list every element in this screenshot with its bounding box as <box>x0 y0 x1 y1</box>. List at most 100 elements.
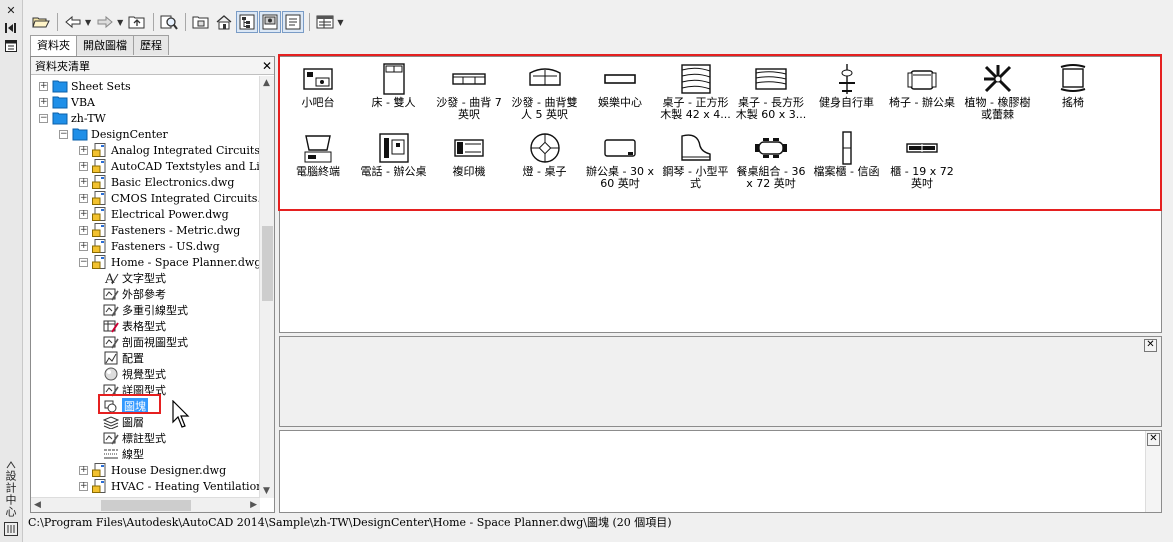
tree-node[interactable]: + HVAC - Heating Ventilation Ai <box>79 478 260 494</box>
tree-node[interactable]: − zh-TW <box>39 110 106 126</box>
block-item[interactable]: 桌子 - 正方形木製 42 x 4... <box>658 61 734 131</box>
tab-open-drawings[interactable]: 開啟圖檔 <box>76 35 134 55</box>
block-item[interactable]: 沙發 - 曲背雙人 5 英呎 <box>507 61 583 131</box>
properties-icon[interactable] <box>3 40 19 54</box>
tree-node[interactable]: − Home - Space Planner.dwg <box>79 254 260 270</box>
close-preview-icon[interactable]: ✕ <box>1144 339 1157 352</box>
close-description-icon[interactable]: ✕ <box>1147 433 1160 446</box>
folder-list-header: 資料夾清單 ✕ <box>31 57 274 75</box>
expand-icon[interactable]: + <box>79 161 88 171</box>
tree-node[interactable]: + Fasteners - US.dwg <box>79 238 220 254</box>
home-icon[interactable] <box>213 11 235 33</box>
expand-icon[interactable]: + <box>39 97 48 107</box>
collapse-icon[interactable]: − <box>79 257 88 267</box>
block-item[interactable]: 娛樂中心 <box>582 61 658 131</box>
close-tree-icon[interactable]: ✕ <box>260 59 274 73</box>
tree-node[interactable]: 詳圖型式 <box>99 382 166 398</box>
tree-node[interactable]: + Electrical Power.dwg <box>79 206 229 222</box>
scroll-up-icon[interactable]: ▲ <box>263 78 270 88</box>
tree-node[interactable]: 標註型式 <box>99 430 166 446</box>
scroll-down-icon[interactable]: ▼ <box>263 486 270 496</box>
tree-horizontal-scroll-thumb[interactable] <box>101 500 191 511</box>
tree-node-label: zh-TW <box>71 111 106 125</box>
tree-node[interactable]: + Analog Integrated Circuits.dwg <box>79 142 260 158</box>
block-item[interactable]: 植物 - 橡膠樹或蕾棘 <box>960 61 1036 131</box>
block-item[interactable]: 櫃 - 19 x 72 英吋 <box>884 130 960 200</box>
tree-node[interactable]: 外部參考 <box>99 286 166 302</box>
preview-icon[interactable] <box>259 11 282 33</box>
tree-view-toggle-icon[interactable] <box>236 11 259 33</box>
tree-node[interactable]: + CMOS Integrated Circuits.dwg <box>79 190 260 206</box>
tab-history[interactable]: 歷程 <box>133 35 169 55</box>
forward-icon[interactable] <box>94 11 116 33</box>
block-item[interactable]: 床 - 雙人 <box>356 61 432 131</box>
tree-node[interactable]: + VBA <box>39 94 95 110</box>
collapse-icon[interactable]: − <box>39 113 48 123</box>
expand-icon[interactable]: + <box>79 481 88 491</box>
tree-node[interactable]: 線型 <box>99 446 144 462</box>
block-item[interactable]: 健身自行車 <box>809 61 885 131</box>
expand-icon[interactable]: + <box>79 241 88 251</box>
scroll-left-icon[interactable]: ◀ <box>34 500 41 510</box>
block-item[interactable]: 電腦終端 <box>280 130 356 200</box>
block-item[interactable]: 電話 - 辦公桌 <box>356 130 432 200</box>
description-scrollbar[interactable]: ✕ <box>1145 431 1161 512</box>
expand-icon[interactable]: + <box>79 177 88 187</box>
palette-menu-icon[interactable] <box>3 522 19 536</box>
expand-icon[interactable]: + <box>79 209 88 219</box>
tree-node[interactable]: + AutoCAD Textstyles and Linety <box>79 158 260 174</box>
block-item[interactable]: 燈 - 桌子 <box>507 130 583 200</box>
drawing-icon <box>92 175 106 189</box>
block-item[interactable]: 鋼琴 - 小型平式 <box>658 130 734 200</box>
tree-vertical-scrollbar[interactable]: ▲ ▼ <box>259 76 274 498</box>
expand-icon[interactable]: + <box>39 81 48 91</box>
tab-folders[interactable]: 資料夾 <box>30 35 77 56</box>
block-item[interactable]: 辦公桌 - 30 x 60 英吋 <box>582 130 658 200</box>
block-item[interactable]: 沙發 - 曲背 7 英呎 <box>431 61 507 131</box>
tree-node[interactable]: 表格型式 <box>99 318 166 334</box>
scroll-right-icon[interactable]: ▶ <box>250 500 257 510</box>
expand-icon[interactable]: + <box>79 145 88 155</box>
tree-node[interactable]: 圖層 <box>99 414 144 430</box>
auto-hide-icon[interactable] <box>3 22 19 36</box>
tree-node-selected[interactable]: 圖塊 <box>99 398 148 414</box>
block-content-panel[interactable]: 小吧台 床 - 雙人 沙發 - 曲背 7 英呎 沙發 - 曲背雙人 5 英呎 娛樂中心 桌… <box>279 56 1162 333</box>
load-icon[interactable] <box>30 11 52 33</box>
block-item[interactable]: 搖椅 <box>1035 61 1111 131</box>
tree-node[interactable]: − DesignCenter <box>59 126 168 142</box>
tree-node[interactable]: + Fasteners - Metric.dwg <box>79 222 240 238</box>
forward-dropdown-icon[interactable]: ▼ <box>117 18 123 27</box>
expand-icon[interactable]: + <box>79 465 88 475</box>
views-dropdown-icon[interactable]: ▼ <box>337 18 343 27</box>
favorites-icon[interactable] <box>190 11 212 33</box>
search-icon[interactable] <box>158 11 180 33</box>
description-icon[interactable] <box>282 11 305 33</box>
block-item[interactable]: 複印機 <box>431 130 507 200</box>
back-dropdown-icon[interactable]: ▼ <box>85 18 91 27</box>
collapse-icon[interactable]: − <box>59 129 68 139</box>
block-item[interactable]: 餐桌組合 - 36 x 72 英吋 <box>733 130 809 200</box>
back-icon[interactable] <box>62 11 84 33</box>
tree-node[interactable]: + House Designer.dwg <box>79 462 226 478</box>
close-palette-icon[interactable]: ✕ <box>3 4 19 18</box>
block-item[interactable]: 小吧台 <box>280 61 356 131</box>
up-icon[interactable] <box>126 11 148 33</box>
tree-node[interactable]: + Sheet Sets <box>39 78 131 94</box>
block-item[interactable]: 椅子 - 辦公桌 <box>884 61 960 131</box>
tree-node[interactable]: + Basic Electronics.dwg <box>79 174 234 190</box>
tree-horizontal-scrollbar[interactable]: ◀ ▶ <box>31 497 260 512</box>
tree-node[interactable]: 視覺型式 <box>99 366 166 382</box>
block-item[interactable]: 檔案櫃 - 信函 <box>809 130 885 200</box>
expand-icon[interactable]: + <box>79 225 88 235</box>
computer-terminal-icon <box>304 135 332 163</box>
block-item[interactable]: 桌子 - 長方形木製 60 x 3... <box>733 61 809 131</box>
tree-vertical-scroll-thumb[interactable] <box>262 226 273 301</box>
tree-node-label: 外部參考 <box>122 288 166 301</box>
views-icon[interactable] <box>314 11 336 33</box>
tree-node[interactable]: A 文字型式 <box>99 270 166 286</box>
tree-node[interactable]: 配置 <box>99 350 144 366</box>
tree-node[interactable]: 剖面視圖型式 <box>99 334 188 350</box>
tree-node[interactable]: 多重引線型式 <box>99 302 188 318</box>
expand-icon[interactable]: + <box>79 193 88 203</box>
folder-tree[interactable]: + Sheet Sets + VBA − zh-TW − DesignCenter + Analo… <box>31 76 260 498</box>
